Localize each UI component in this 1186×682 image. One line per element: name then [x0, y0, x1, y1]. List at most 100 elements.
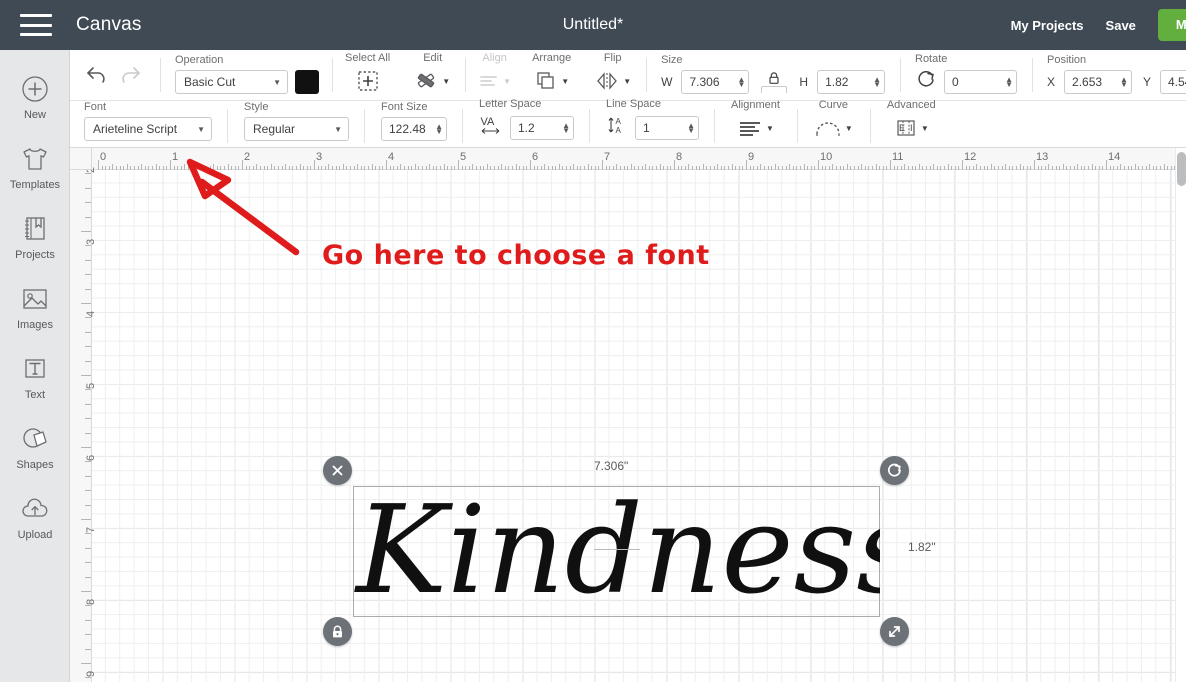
curve-arc-icon[interactable]: ▼	[814, 115, 853, 141]
ruler-h-minor-tick	[177, 166, 179, 170]
ruler-h-minor-tick	[1026, 166, 1028, 170]
save-button[interactable]: Save	[1106, 18, 1136, 33]
sidebar-item-templates[interactable]: Templates	[0, 132, 70, 202]
ruler-h-minor-tick	[576, 166, 578, 170]
edit-scissors-icon[interactable]: ▼	[415, 68, 450, 94]
ruler-h-tick	[659, 164, 661, 170]
ruler-h-tick	[616, 164, 618, 170]
ruler-v-tick	[85, 677, 91, 679]
ruler-h-minor-tick	[756, 166, 758, 170]
delete-handle[interactable]	[323, 456, 352, 485]
ruler-h-tick	[976, 164, 978, 170]
rotate-stepper[interactable]: ▲ ▼	[1003, 75, 1013, 88]
resize-handle-icon	[889, 626, 900, 637]
position-x-input[interactable]: 2.653 ▲ ▼	[1064, 70, 1132, 94]
font-select[interactable]: Arieteline Script ▼	[84, 117, 212, 141]
ruler-h-minor-tick	[504, 166, 506, 170]
operation-color-swatch[interactable]	[295, 70, 319, 94]
size-width-input[interactable]: 7.306 ▲ ▼	[681, 70, 750, 94]
ruler-h-minor-tick	[800, 166, 801, 170]
flip-icon[interactable]: ▼	[594, 68, 631, 94]
bookmark-book-icon	[22, 214, 48, 244]
ruler-h-minor-tick	[519, 166, 521, 170]
ruler-h-minor-tick	[526, 166, 528, 170]
font-value: Arieteline Script	[93, 122, 178, 136]
document-title-container: Untitled*	[0, 0, 1186, 50]
font-size-stepper[interactable]: ▲ ▼	[433, 123, 443, 136]
resize-handle[interactable]	[880, 617, 909, 646]
ruler-v-number: 3	[85, 238, 97, 245]
text-t-icon	[22, 354, 48, 384]
selection-bounding-box[interactable]	[353, 486, 880, 617]
sidebar-item-projects[interactable]: Projects	[0, 202, 70, 272]
ruler-h-minor-tick	[609, 166, 611, 170]
ruler-h-minor-tick	[929, 166, 931, 170]
scrollbar-thumb[interactable]	[1177, 152, 1186, 186]
ruler-h-minor-tick	[839, 166, 841, 170]
ruler-h-minor-tick	[879, 166, 881, 170]
sidebar-item-shapes[interactable]: Shapes	[0, 412, 70, 482]
ruler-v-tick	[85, 389, 91, 391]
rotate-input[interactable]: 0 ▲ ▼	[944, 69, 1017, 94]
operation-select[interactable]: Basic Cut ▼	[175, 70, 288, 94]
ruler-v-tick	[85, 475, 91, 477]
position-y-input[interactable]: 4.544 ▲▼	[1159, 70, 1186, 94]
ruler-h-minor-tick	[162, 166, 164, 170]
style-select[interactable]: Regular ▼	[244, 117, 349, 141]
sidebar-item-text[interactable]: Text	[0, 342, 70, 412]
rotate-icon[interactable]	[915, 69, 937, 94]
ruler-h-tick	[1106, 160, 1107, 170]
lock-handle[interactable]	[323, 617, 352, 646]
sidebar-item-upload[interactable]: Upload	[0, 482, 70, 552]
advanced-split-icon[interactable]: E I ▼	[894, 115, 929, 141]
ruler-v-tick	[85, 547, 91, 549]
arrange-layers-icon[interactable]: ▼	[534, 68, 569, 94]
ruler-h-minor-tick	[1145, 166, 1147, 170]
sidebar-item-new[interactable]: New	[0, 62, 70, 132]
ruler-h-minor-tick	[465, 166, 467, 170]
ruler-h-minor-tick	[656, 166, 657, 170]
sidebar-item-images[interactable]: Images	[0, 272, 70, 342]
size-width-stepper[interactable]: ▲ ▼	[735, 76, 745, 89]
ruler-h-minor-tick	[994, 166, 996, 170]
hamburger-menu-icon[interactable]	[20, 14, 52, 36]
primary-toolbar: Operation Basic Cut ▼ Select All Edit ▼ …	[70, 50, 1186, 101]
ruler-h-minor-tick	[897, 166, 899, 170]
ruler-h-tick	[573, 164, 575, 170]
sidebar-label-upload: Upload	[17, 528, 53, 541]
align-left-icon[interactable]: ▼	[737, 115, 774, 141]
line-space-stepper[interactable]: ▲ ▼	[685, 121, 695, 134]
ruler-h-minor-tick	[346, 166, 348, 170]
ruler-h-tick	[746, 160, 747, 170]
ruler-h-minor-tick	[738, 166, 740, 170]
letter-space-input[interactable]: 1.2 ▲ ▼	[510, 115, 574, 140]
arrange-label: Arrange	[532, 52, 572, 64]
letter-space-stepper[interactable]: ▲ ▼	[560, 121, 570, 134]
ruler-v-tick	[85, 173, 91, 175]
undo-arrow-icon[interactable]	[84, 63, 110, 90]
canvas-vertical-scrollbar[interactable]	[1175, 148, 1186, 682]
rotate-handle[interactable]	[880, 456, 909, 485]
size-height-stepper[interactable]: ▲ ▼	[871, 76, 881, 89]
design-canvas[interactable]: 01234567891011121314 23456789 Kindness 7…	[70, 148, 1186, 682]
select-all-icon[interactable]	[356, 68, 380, 94]
make-it-button[interactable]: Make It	[1157, 9, 1186, 41]
ruler-h-minor-tick	[148, 166, 150, 170]
size-height-input[interactable]: 1.82 ▲ ▼	[817, 70, 885, 94]
my-projects-button[interactable]: My Projects	[1011, 18, 1084, 33]
size-lock-toggle[interactable]	[757, 71, 791, 93]
ruler-h-tick	[342, 164, 344, 170]
ruler-h-number: 5	[460, 151, 467, 163]
ruler-v-tick	[85, 576, 91, 578]
sidebar-label-templates: Templates	[9, 178, 61, 191]
ruler-h-minor-tick	[940, 166, 942, 170]
operation-value: Basic Cut	[184, 75, 236, 89]
position-x-stepper[interactable]: ▲ ▼	[1118, 76, 1128, 89]
line-space-input[interactable]: 1 ▲ ▼	[635, 115, 699, 140]
ruler-h-minor-tick	[922, 166, 924, 170]
redo-arrow-icon[interactable]	[117, 63, 143, 90]
ruler-h-minor-tick	[1012, 166, 1014, 170]
ruler-h-tick	[890, 160, 891, 170]
font-size-input[interactable]: 122.48 ▲ ▼	[381, 117, 447, 141]
text-caret	[594, 549, 640, 550]
